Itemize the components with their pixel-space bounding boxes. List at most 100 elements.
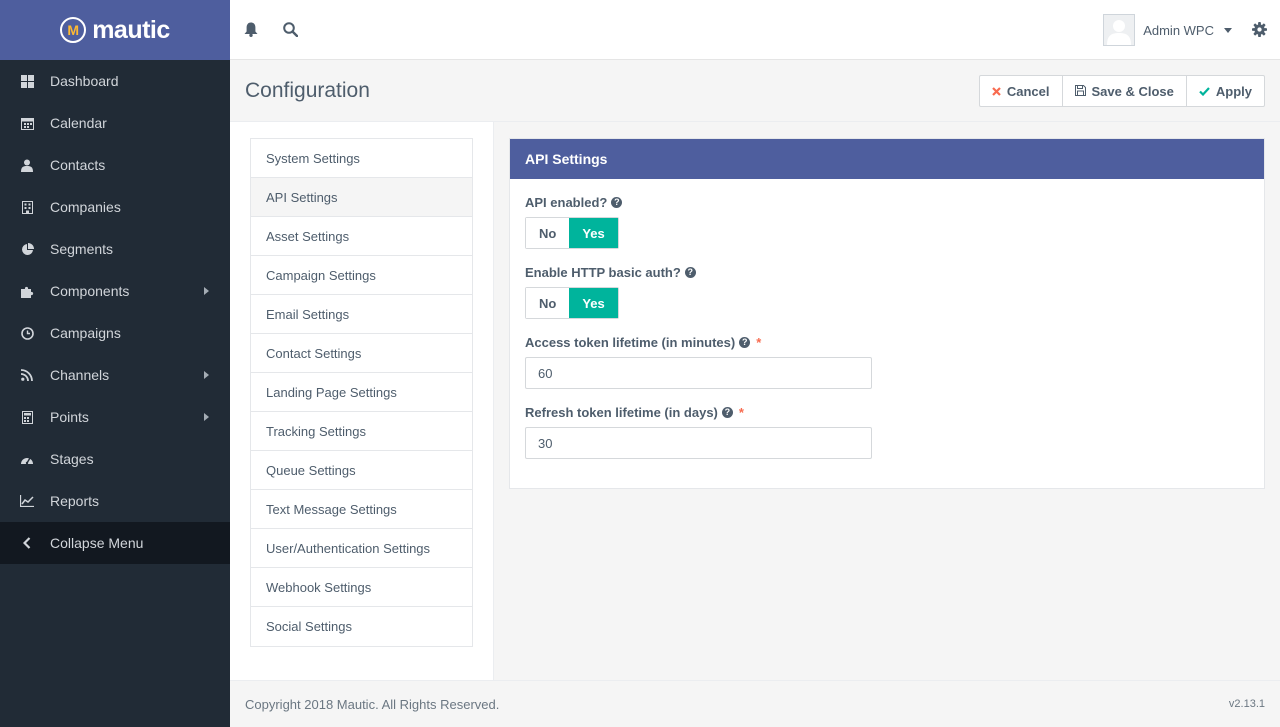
footer: Copyright 2018 Mautic. All Rights Reserv… <box>230 680 1280 727</box>
sidebar-item-label: Stages <box>50 451 94 467</box>
sidebar-item-label: Dashboard <box>50 73 119 89</box>
help-icon[interactable]: ? <box>611 197 623 208</box>
chevron-right-icon <box>204 413 209 421</box>
sidebar-item-stages[interactable]: Stages <box>0 438 230 480</box>
content-area: System Settings API Settings Asset Setti… <box>230 122 1280 680</box>
settings-item-campaign[interactable]: Campaign Settings <box>251 256 472 295</box>
panel-title: API Settings <box>510 139 1264 179</box>
sidebar-item-points[interactable]: Points <box>0 396 230 438</box>
toolbar: Cancel Save & Close Apply <box>978 75 1265 107</box>
sidebar-item-label: Reports <box>50 493 100 509</box>
sidebar: M mautic Dashboard Calendar Contacts Com… <box>0 0 230 727</box>
settings-item-user-auth[interactable]: User/Authentication Settings <box>251 529 472 568</box>
settings-item-contact[interactable]: Contact Settings <box>251 334 472 373</box>
user-menu[interactable]: Admin WPC <box>1103 14 1232 46</box>
search-icon[interactable] <box>281 20 299 38</box>
api-settings-panel: API Settings API enabled? ? No Yes Enabl… <box>509 138 1265 489</box>
http-basic-auth-yes-button[interactable]: Yes <box>569 288 618 318</box>
save-close-label: Save & Close <box>1091 83 1174 99</box>
settings-item-text-message[interactable]: Text Message Settings <box>251 490 472 529</box>
http-basic-auth-no-button[interactable]: No <box>526 288 570 318</box>
sidebar-nav: Dashboard Calendar Contacts Companies Se… <box>0 60 230 564</box>
logo[interactable]: M mautic <box>0 0 230 60</box>
api-enabled-label: API enabled? ? <box>525 195 623 210</box>
sidebar-item-companies[interactable]: Companies <box>0 186 230 228</box>
gear-icon[interactable] <box>1250 20 1268 38</box>
sidebar-item-reports[interactable]: Reports <box>0 480 230 522</box>
puzzle-icon <box>20 284 34 298</box>
settings-item-api[interactable]: API Settings <box>251 178 472 217</box>
calculator-icon <box>20 410 34 424</box>
settings-item-social[interactable]: Social Settings <box>251 607 472 646</box>
apply-label: Apply <box>1215 83 1252 99</box>
chevron-down-icon <box>1224 27 1232 33</box>
api-enabled-toggle: No Yes <box>525 217 619 249</box>
user-icon <box>20 158 34 172</box>
sidebar-item-label: Components <box>50 283 130 299</box>
http-basic-auth-label-text: Enable HTTP basic auth? <box>525 265 681 280</box>
chevron-left-icon <box>20 536 34 550</box>
apply-button[interactable]: Apply <box>1185 75 1265 107</box>
settings-item-tracking[interactable]: Tracking Settings <box>251 412 472 451</box>
cancel-label: Cancel <box>1006 83 1050 99</box>
collapse-menu-label: Collapse Menu <box>50 535 144 551</box>
access-token-lifetime-input[interactable] <box>525 357 872 389</box>
refresh-token-lifetime-input[interactable] <box>525 427 872 459</box>
logo-icon: M <box>60 17 87 43</box>
rss-icon <box>20 368 34 382</box>
sidebar-item-segments[interactable]: Segments <box>0 228 230 270</box>
access-token-label-text: Access token lifetime (in minutes) <box>525 335 736 350</box>
dashboard-icon <box>20 74 34 88</box>
cancel-button[interactable]: Cancel <box>978 75 1063 107</box>
line-chart-icon <box>20 494 34 508</box>
help-icon[interactable]: ? <box>739 337 751 348</box>
settings-item-email[interactable]: Email Settings <box>251 295 472 334</box>
sidebar-item-label: Companies <box>50 199 121 215</box>
sidebar-item-label: Points <box>50 409 89 425</box>
page-header: Configuration Cancel Save & Close Apply <box>230 61 1280 122</box>
clock-icon <box>20 326 34 340</box>
bell-icon[interactable] <box>242 20 260 38</box>
settings-item-asset[interactable]: Asset Settings <box>251 217 472 256</box>
close-icon <box>992 84 1001 99</box>
api-enabled-no-button[interactable]: No <box>526 218 570 248</box>
settings-list: System Settings API Settings Asset Setti… <box>250 138 473 647</box>
api-enabled-label-text: API enabled? <box>525 195 608 210</box>
sidebar-item-components[interactable]: Components <box>0 270 230 312</box>
copyright-text: Copyright 2018 Mautic. All Rights Reserv… <box>245 697 500 712</box>
settings-item-queue[interactable]: Queue Settings <box>251 451 472 490</box>
settings-item-landing-page[interactable]: Landing Page Settings <box>251 373 472 412</box>
settings-item-system[interactable]: System Settings <box>251 139 472 178</box>
api-enabled-yes-button[interactable]: Yes <box>569 218 618 248</box>
sidebar-item-label: Campaigns <box>50 325 121 341</box>
sidebar-item-channels[interactable]: Channels <box>0 354 230 396</box>
refresh-token-label: Refresh token lifetime (in days) ? * <box>525 405 744 420</box>
access-token-label: Access token lifetime (in minutes) ? * <box>525 335 761 350</box>
help-icon[interactable]: ? <box>684 267 696 278</box>
help-icon[interactable]: ? <box>721 407 733 418</box>
sidebar-item-label: Contacts <box>50 157 106 173</box>
calendar-icon <box>20 116 34 130</box>
logo-text: mautic <box>92 15 170 44</box>
settings-detail: API Settings API enabled? ? No Yes Enabl… <box>494 122 1280 680</box>
sidebar-item-campaigns[interactable]: Campaigns <box>0 312 230 354</box>
collapse-menu-button[interactable]: Collapse Menu <box>0 522 230 564</box>
sidebar-item-contacts[interactable]: Contacts <box>0 144 230 186</box>
sidebar-item-dashboard[interactable]: Dashboard <box>0 60 230 102</box>
save-close-button[interactable]: Save & Close <box>1061 75 1187 107</box>
page-title: Configuration <box>245 79 370 102</box>
http-basic-auth-label: Enable HTTP basic auth? ? <box>525 265 696 280</box>
http-basic-auth-toggle: No Yes <box>525 287 619 319</box>
chevron-right-icon <box>204 287 209 295</box>
required-marker: * <box>738 405 744 420</box>
topbar: Admin WPC <box>230 0 1280 60</box>
required-marker: * <box>756 335 762 350</box>
sidebar-item-label: Segments <box>50 241 114 257</box>
settings-item-webhook[interactable]: Webhook Settings <box>251 568 472 607</box>
check-icon <box>1199 84 1210 99</box>
settings-sidebar: System Settings API Settings Asset Setti… <box>230 122 494 680</box>
sidebar-item-calendar[interactable]: Calendar <box>0 102 230 144</box>
sidebar-item-label: Channels <box>50 367 110 383</box>
building-icon <box>20 200 34 214</box>
user-name: Admin WPC <box>1143 22 1214 38</box>
